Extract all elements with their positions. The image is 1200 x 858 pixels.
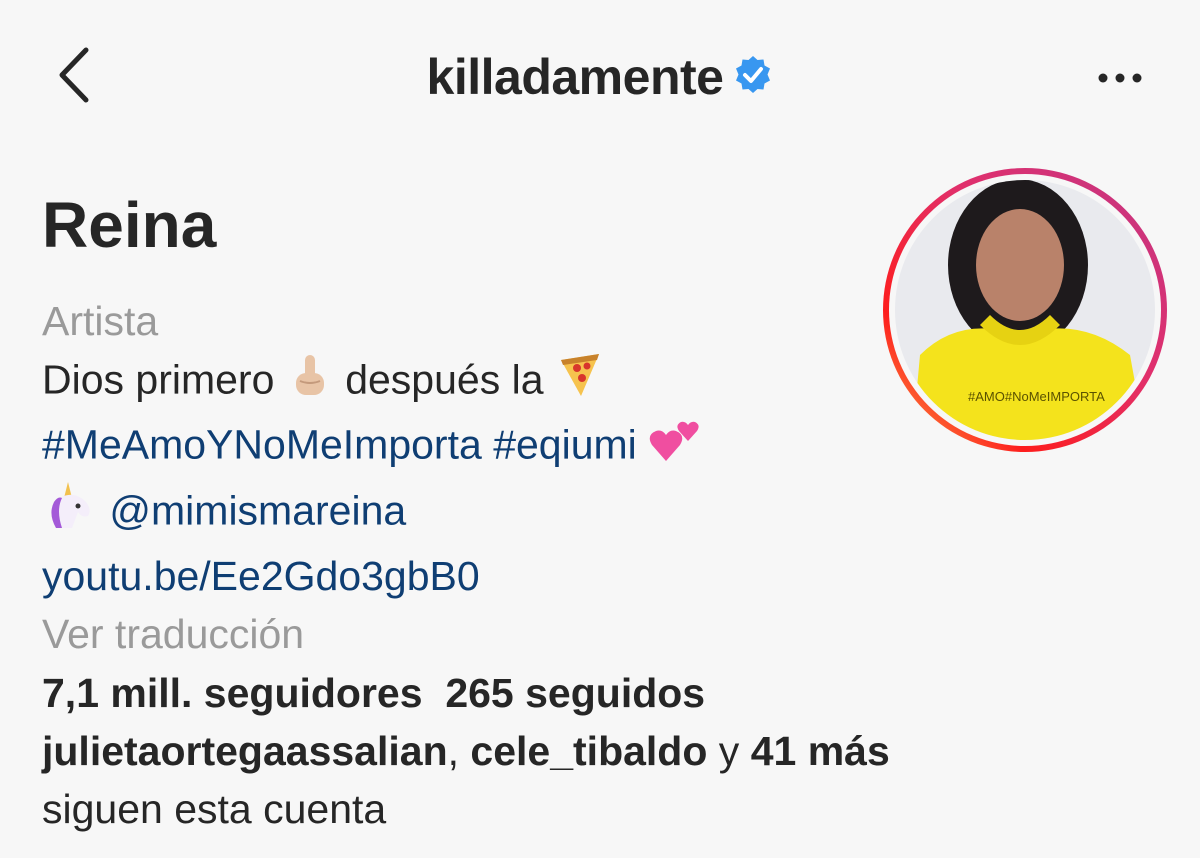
separator: , [447, 728, 471, 774]
hashtag-link[interactable]: #eqiumi [493, 421, 637, 467]
more-options-button[interactable] [1090, 58, 1150, 98]
bio-line-2: #MeAmoYNoMeImporta #eqiumi [42, 415, 862, 480]
follower-name-2: cele_tibaldo [470, 728, 708, 774]
followers-count[interactable]: 7,1 mill. seguidores [42, 670, 423, 716]
hashtag-link[interactable]: #MeAmoYNoMeImporta [42, 421, 482, 467]
external-link[interactable]: youtu.be/Ee2Gdo3gbB0 [42, 547, 862, 605]
two-hearts-emoji [648, 415, 704, 480]
avatar-text: #AMO#NoMeIMPORTA [968, 389, 1105, 404]
unicorn-emoji [42, 480, 98, 547]
verified-badge-icon [733, 49, 773, 107]
mention-link[interactable]: @mimismareina [109, 487, 406, 533]
conjunction: y [707, 728, 751, 774]
profile-stats: 7,1 mill. seguidores 265 seguidos juliet… [42, 664, 1172, 838]
username-text: killadamente [426, 49, 724, 105]
bio-text-a: Dios primero [42, 356, 275, 403]
bio-line-3: @mimismareina [42, 480, 862, 547]
followed-by-line[interactable]: julietaortegaassalian, cele_tibaldo y 41… [42, 722, 1172, 780]
following-count[interactable]: 265 seguidos [445, 670, 705, 716]
pizza-emoji [555, 350, 605, 415]
more-horizontal-icon [1098, 73, 1142, 83]
category-label: Artista [42, 298, 159, 344]
bio-line-1: Dios primero después la [42, 350, 862, 415]
stats-line: 7,1 mill. seguidores 265 seguidos [42, 664, 1172, 722]
followed-by-suffix: siguen esta cuenta [42, 786, 387, 832]
profile-avatar[interactable]: #AMO#NoMeIMPORTA [880, 165, 1170, 455]
display-name: Reina [42, 189, 217, 261]
pointing-up-emoji [286, 351, 334, 414]
bio-text-b: después la [345, 356, 544, 403]
follower-name-1: julietaortegaassalian [42, 728, 448, 774]
see-translation-link[interactable]: Ver traducción [42, 605, 862, 663]
profile-username: killadamente [0, 48, 1200, 107]
profile-bio: Artista Dios primero después la #MeAmoYN… [42, 292, 862, 663]
followed-by-more: 41 más [750, 728, 890, 774]
